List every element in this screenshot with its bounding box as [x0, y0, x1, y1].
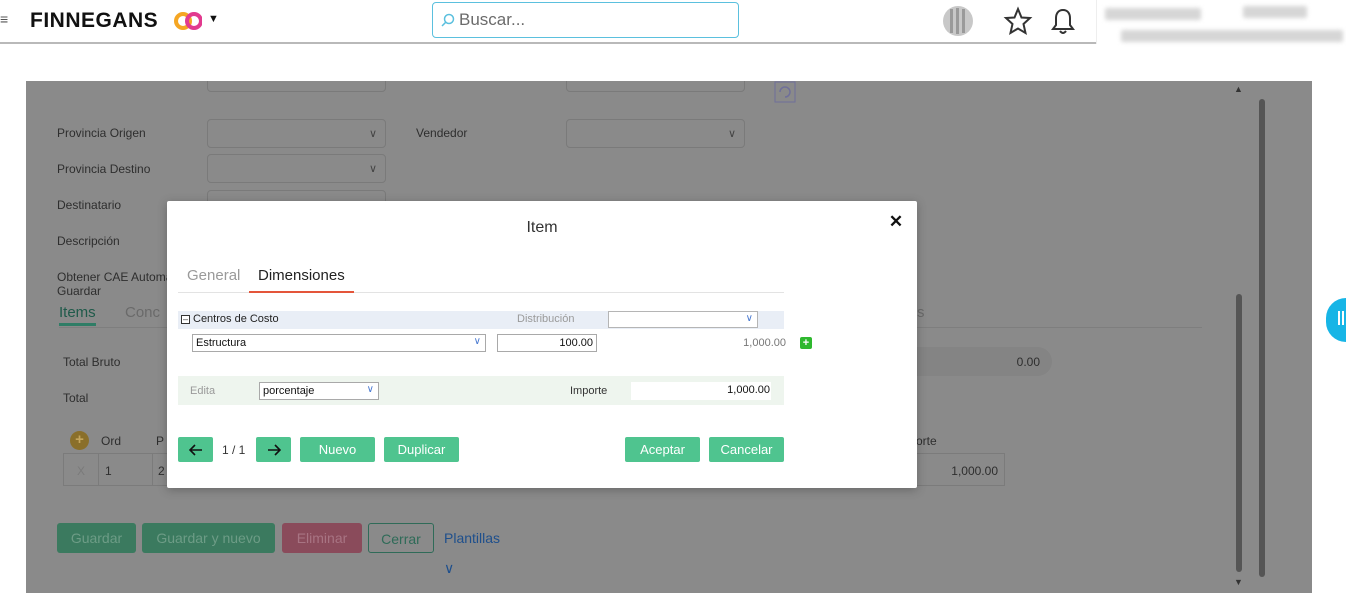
tab-conc: Conc	[125, 304, 161, 321]
distribucion-label: Distribución	[517, 313, 575, 325]
tab-items: Items	[59, 304, 96, 326]
cancelar-button[interactable]: Cancelar	[709, 437, 784, 462]
grid-col-ord: Ord	[101, 434, 122, 448]
cerrar-button: Cerrar	[368, 523, 434, 553]
close-icon[interactable]: ✕	[887, 213, 905, 231]
grid-col-orte: orte	[916, 434, 937, 448]
plantillas-button: Plantillas ∨	[444, 530, 501, 576]
label-destinatario: Destinatario	[57, 198, 122, 212]
label-provincia-origen: Provincia Origen	[57, 126, 146, 140]
side-panel-tab[interactable]	[1326, 298, 1346, 342]
prev-button[interactable]	[178, 437, 213, 462]
chevron-down-icon: ∨	[745, 313, 753, 324]
user-area[interactable]	[1096, 0, 1346, 44]
edit-row: Edita porcentaje ∨ Importe 1,000.00	[178, 376, 784, 405]
edita-label: Edita	[190, 385, 216, 397]
row-amount: 1,000.00	[951, 464, 998, 478]
label-total-bruto: Total Bruto	[63, 355, 121, 369]
importe-input[interactable]: 1,000.00	[631, 382, 771, 400]
eliminar-button: Eliminar	[282, 523, 362, 553]
grid-col-p: P	[156, 434, 165, 448]
label-obtener-cae: Obtener CAE Automa	[57, 270, 173, 284]
add-icon[interactable]: +	[800, 337, 812, 349]
brand-co-icon	[174, 12, 202, 30]
row-ord: 1	[105, 464, 112, 478]
item-dialog: Item ✕ General Dimensiones – Centros de …	[167, 201, 917, 488]
search-icon	[441, 13, 455, 27]
scrollbar-inner	[1236, 294, 1242, 572]
app-icon[interactable]	[942, 5, 974, 37]
bell-icon[interactable]	[1047, 5, 1079, 37]
duplicar-button[interactable]: Duplicar	[384, 437, 459, 462]
next-button[interactable]	[256, 437, 291, 462]
provincia-destino-select: ∨	[207, 154, 386, 183]
edita-select[interactable]: porcentaje ∨	[259, 382, 379, 400]
top-bar: ≡ FINNEGANS ▼	[0, 0, 1346, 44]
refresh-icon	[774, 81, 796, 103]
scroll-down-icon: ▼	[1234, 577, 1243, 587]
collapse-icon[interactable]: –	[181, 315, 190, 324]
tab-tail: s	[917, 304, 925, 321]
label-vendedor: Vendedor	[416, 126, 468, 140]
dialog-tabs: General Dimensiones	[178, 263, 784, 293]
scrollbar-outer	[1259, 99, 1265, 577]
chevron-down-icon: ∨	[473, 336, 481, 347]
add-row-icon: +	[70, 431, 89, 450]
nuevo-button[interactable]: Nuevo	[300, 437, 375, 462]
guardar-y-nuevo-button: Guardar y nuevo	[142, 523, 275, 553]
row-p: 2	[158, 464, 165, 478]
scroll-up-icon: ▲	[1234, 84, 1243, 94]
arrow-left-icon	[188, 444, 202, 456]
estructura-select[interactable]: Estructura ∨	[192, 334, 486, 352]
aceptar-button[interactable]: Aceptar	[625, 437, 700, 462]
arrow-right-icon	[267, 444, 281, 456]
importe-label: Importe	[570, 385, 608, 397]
total-bruto-value: 0.00	[1016, 355, 1040, 369]
tab-dimensiones[interactable]: Dimensiones	[249, 267, 354, 293]
search-box[interactable]	[432, 2, 739, 38]
tab-general[interactable]: General	[178, 267, 249, 293]
vendedor-select: ∨	[566, 119, 745, 148]
label-guardar-sub: Guardar	[57, 284, 102, 298]
chevron-down-icon: ∨	[366, 384, 374, 395]
distribucion-select[interactable]: ∨	[608, 311, 758, 328]
pager-text: 1 / 1	[222, 443, 246, 457]
line-amount: 1,000.00	[743, 337, 786, 349]
guardar-button: Guardar	[57, 523, 136, 553]
brand-logo[interactable]: FINNEGANS	[30, 9, 158, 33]
star-icon[interactable]	[1002, 5, 1034, 37]
bg-field-top-2	[566, 81, 745, 92]
dialog-title: Item	[526, 219, 558, 236]
provincia-origen-select: ∨	[207, 119, 386, 148]
label-provincia-destino: Provincia Destino	[57, 162, 151, 176]
chevron-down-icon[interactable]: ▼	[208, 13, 219, 25]
menu-icon[interactable]: ≡	[0, 12, 10, 26]
label-total: Total	[63, 391, 89, 405]
bg-field-top-1	[207, 81, 386, 92]
search-input[interactable]	[459, 9, 729, 31]
centros-de-costo-row: – Centros de Costo Distribución ∨	[178, 311, 784, 329]
label-descripcion: Descripción	[57, 234, 120, 248]
percentage-input[interactable]: 100.00	[497, 334, 597, 352]
chevron-down-icon: ∨	[444, 560, 455, 576]
centros-de-costo-label: Centros de Costo	[193, 313, 279, 325]
row-delete-icon: X	[77, 464, 86, 478]
